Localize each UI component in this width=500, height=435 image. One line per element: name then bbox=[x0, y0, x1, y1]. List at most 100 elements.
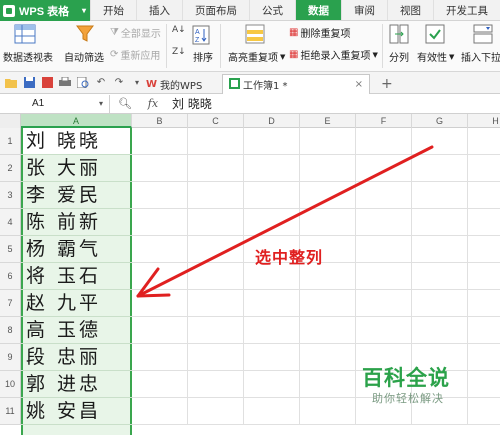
cell[interactable] bbox=[132, 344, 188, 371]
cell[interactable] bbox=[244, 182, 300, 209]
cell[interactable] bbox=[132, 263, 188, 290]
formula-input[interactable]: 刘 晓晓 bbox=[166, 95, 212, 112]
cell-a1[interactable]: 刘 晓晓 bbox=[26, 128, 101, 155]
remove-duplicates-button[interactable]: ▦ 删除重复项 bbox=[289, 25, 350, 40]
cell[interactable] bbox=[244, 371, 300, 398]
cell[interactable] bbox=[412, 209, 468, 236]
cell[interactable] bbox=[244, 155, 300, 182]
column-header-a[interactable]: A bbox=[21, 114, 132, 128]
cell[interactable] bbox=[300, 155, 356, 182]
cell[interactable] bbox=[300, 128, 356, 155]
cell-a2[interactable]: 张 大丽 bbox=[26, 155, 101, 182]
cell[interactable] bbox=[188, 290, 244, 317]
cell[interactable] bbox=[188, 398, 244, 425]
pivot-table-icon[interactable] bbox=[14, 24, 36, 44]
row-header-11[interactable]: 11 bbox=[0, 398, 21, 425]
cell[interactable] bbox=[188, 128, 244, 155]
pivot-table-button[interactable]: 数据透视表 bbox=[3, 49, 53, 64]
row-header-5[interactable]: 5 bbox=[0, 236, 21, 263]
cell[interactable] bbox=[188, 263, 244, 290]
cell[interactable] bbox=[300, 398, 356, 425]
cell[interactable] bbox=[356, 263, 412, 290]
column-header-b[interactable]: B bbox=[132, 114, 188, 128]
cell[interactable] bbox=[356, 236, 412, 263]
split-column-button[interactable]: 分列 bbox=[389, 49, 409, 64]
cell-a9[interactable]: 段 忠丽 bbox=[26, 344, 101, 371]
row-header-10[interactable]: 10 bbox=[0, 371, 21, 398]
cell[interactable] bbox=[356, 128, 412, 155]
column-header-d[interactable]: D bbox=[244, 114, 300, 128]
tab-menu-5[interactable]: 审阅 bbox=[341, 0, 387, 20]
cell[interactable] bbox=[188, 182, 244, 209]
cell[interactable] bbox=[356, 209, 412, 236]
cell[interactable] bbox=[132, 236, 188, 263]
cell[interactable] bbox=[468, 344, 500, 371]
split-column-icon[interactable] bbox=[389, 24, 409, 44]
cell[interactable] bbox=[356, 317, 412, 344]
cell[interactable] bbox=[244, 317, 300, 344]
show-all-button[interactable]: ⧩ 全部显示 bbox=[110, 25, 161, 40]
cell[interactable] bbox=[412, 236, 468, 263]
cell[interactable] bbox=[468, 128, 500, 155]
insert-dropdown-icon[interactable] bbox=[473, 24, 493, 44]
cell[interactable] bbox=[468, 263, 500, 290]
cell[interactable] bbox=[468, 209, 500, 236]
cell[interactable] bbox=[412, 182, 468, 209]
redo-icon[interactable]: ↷ bbox=[112, 76, 126, 90]
highlight-duplicates-icon[interactable] bbox=[245, 24, 265, 44]
cell[interactable] bbox=[412, 317, 468, 344]
tab-workbook[interactable]: 工作簿1 * × bbox=[222, 74, 370, 94]
cell[interactable] bbox=[468, 236, 500, 263]
cell[interactable] bbox=[132, 317, 188, 344]
export-pdf-icon[interactable] bbox=[40, 76, 54, 90]
column-header-f[interactable]: F bbox=[356, 114, 412, 128]
cell[interactable] bbox=[412, 290, 468, 317]
row-header-1[interactable]: 1 bbox=[0, 128, 21, 155]
cell[interactable] bbox=[188, 344, 244, 371]
cell-a8[interactable]: 高 玉德 bbox=[26, 317, 101, 344]
cell[interactable] bbox=[132, 182, 188, 209]
sort-button[interactable]: 排序 bbox=[193, 49, 213, 64]
zoom-formula-icon[interactable]: 🔍︎ bbox=[118, 97, 132, 110]
tab-menu-4[interactable]: 数据 bbox=[295, 0, 341, 20]
tab-menu-3[interactable]: 公式 bbox=[249, 0, 295, 20]
cell[interactable] bbox=[132, 398, 188, 425]
insert-dropdown-button[interactable]: 插入下拉列 bbox=[461, 49, 500, 64]
validity-button[interactable]: 有效性 ▼ bbox=[417, 49, 454, 65]
validity-icon[interactable] bbox=[425, 24, 445, 44]
wps-app-button[interactable]: WPS 表格 ▾ bbox=[0, 0, 90, 21]
sort-az-icon[interactable]: AZ bbox=[192, 25, 210, 45]
cell[interactable] bbox=[244, 398, 300, 425]
reject-duplicates-button[interactable]: ▦ 拒绝录入重复项 ▼ bbox=[289, 47, 378, 62]
tab-menu-6[interactable]: 视图 bbox=[387, 0, 433, 20]
cell[interactable] bbox=[188, 155, 244, 182]
print-icon[interactable] bbox=[58, 76, 72, 90]
cell-a6[interactable]: 将 玉石 bbox=[26, 263, 101, 290]
cell[interactable] bbox=[132, 371, 188, 398]
auto-filter-button[interactable]: 自动筛选 bbox=[64, 49, 104, 64]
cell[interactable] bbox=[244, 209, 300, 236]
cell-a10[interactable]: 郭 进忠 bbox=[26, 371, 101, 398]
column-header-g[interactable]: G bbox=[412, 114, 468, 128]
cell[interactable] bbox=[244, 344, 300, 371]
row-header-2[interactable]: 2 bbox=[0, 155, 21, 182]
cell-a7[interactable]: 赵 九平 bbox=[26, 290, 101, 317]
filter-icon[interactable] bbox=[76, 24, 94, 44]
print-preview-icon[interactable] bbox=[76, 76, 90, 90]
cell[interactable] bbox=[188, 236, 244, 263]
tab-menu-0[interactable]: 开始 bbox=[90, 0, 136, 20]
cell[interactable] bbox=[188, 209, 244, 236]
cell[interactable] bbox=[412, 263, 468, 290]
cell-a5[interactable]: 杨 霸气 bbox=[26, 236, 101, 263]
cell[interactable] bbox=[188, 371, 244, 398]
save-icon[interactable] bbox=[22, 76, 36, 90]
column-header-c[interactable]: C bbox=[188, 114, 244, 128]
cell[interactable] bbox=[300, 209, 356, 236]
row-header-9[interactable]: 9 bbox=[0, 344, 21, 371]
close-icon[interactable]: × bbox=[355, 79, 363, 90]
cell[interactable] bbox=[468, 317, 500, 344]
fx-icon[interactable]: fx bbox=[148, 97, 158, 110]
cell[interactable] bbox=[356, 155, 412, 182]
reapply-button[interactable]: ⟳ 重新应用 bbox=[110, 47, 160, 62]
chevron-down-icon[interactable]: ▾ bbox=[99, 99, 103, 108]
